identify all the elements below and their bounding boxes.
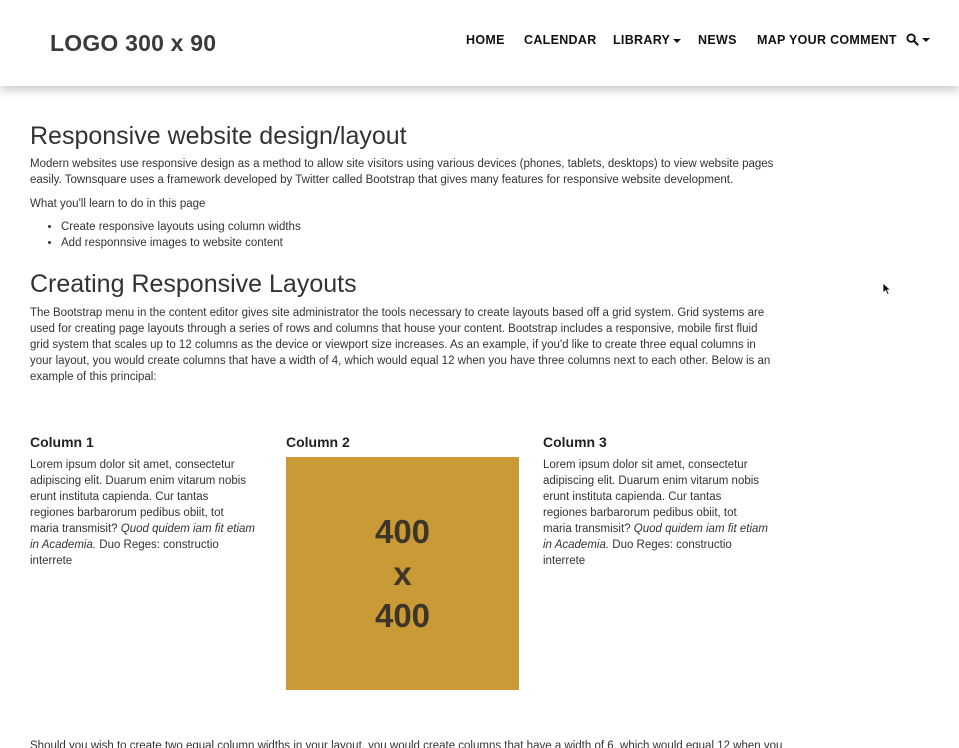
section-heading: Creating Responsive Layouts [30,270,357,298]
grid-paragraph: The Bootstrap menu in the content editor… [30,307,771,383]
column-2: Column 2 400 x 400 [286,433,519,690]
site-header: LOGO 300 x 90 HOME CALENDAR LIBRARY NEWS… [0,0,959,86]
column-text: Lorem ipsum dolor sit amet, consectetur … [543,457,768,569]
nav-item-library[interactable]: LIBRARY [613,33,682,47]
nav-item-news[interactable]: NEWS [698,33,737,47]
column-title: Column 2 [286,434,350,450]
learn-intro: What you'll learn to do in this page [30,198,206,210]
list-item: Add responnsive images to website conten… [61,235,301,251]
learn-list: Create responsive layouts using column w… [61,219,301,251]
column-title: Column 1 [30,434,94,450]
mouse-cursor-icon [882,282,892,296]
page-title: Responsive website design/layout [30,122,407,150]
nav-item-home[interactable]: HOME [466,33,505,47]
caret-down-icon [673,38,682,43]
column-text: Lorem ipsum dolor sit amet, consectetur … [30,457,255,569]
nav-item-calendar[interactable]: CALENDAR [524,33,597,47]
placeholder-text: 400 [374,596,431,634]
placeholder-text: 400 [374,512,431,550]
search-icon [906,33,919,46]
bottom-paragraph: Should you wish to create two equal colu… [30,740,783,748]
placeholder-image: 400 x 400 [286,457,519,690]
search-toggle[interactable] [906,33,930,46]
caret-down-icon [922,37,930,42]
main-nav: HOME CALENDAR LIBRARY NEWS MAP YOUR COMM… [0,33,959,49]
nav-item-library-label: LIBRARY [613,33,671,47]
column-1: Column 1 Lorem ipsum dolor sit amet, con… [30,433,255,569]
column-title: Column 3 [543,434,607,450]
list-item: Create responsive layouts using column w… [61,219,301,235]
column-3: Column 3 Lorem ipsum dolor sit amet, con… [543,433,768,569]
intro-paragraph: Modern websites use responsive design as… [30,158,774,186]
placeholder-text: x [393,554,412,592]
nav-item-map-your-comment[interactable]: MAP YOUR COMMENT [757,33,897,47]
